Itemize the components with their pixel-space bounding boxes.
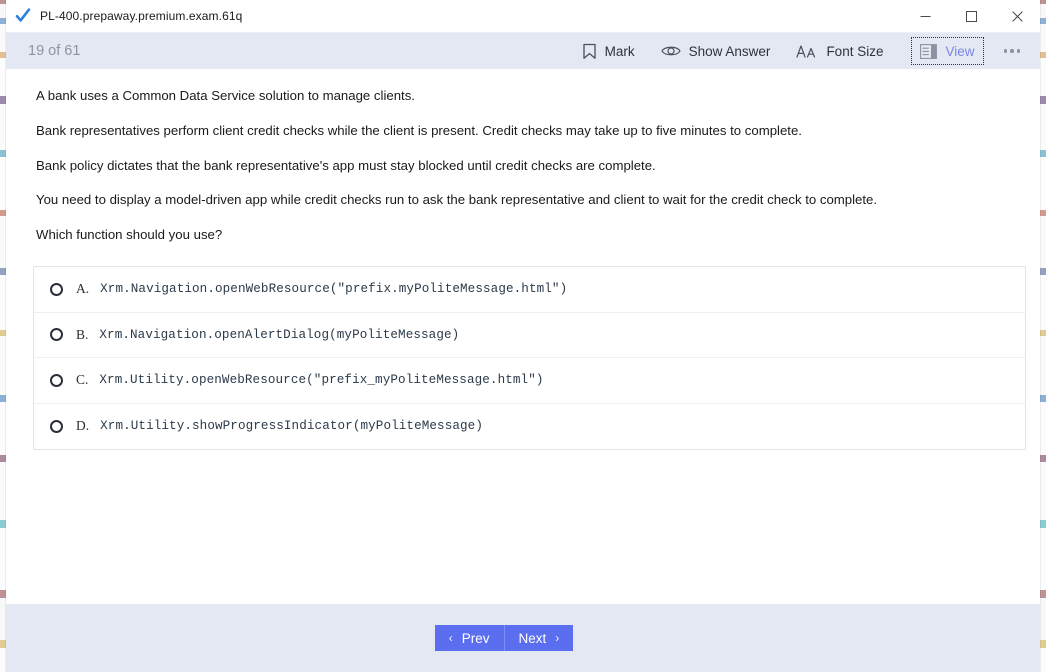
maximize-icon bbox=[965, 10, 977, 22]
font-size-button[interactable]: Font Size bbox=[786, 38, 893, 64]
question-stem-line: Bank policy dictates that the bank repre… bbox=[36, 157, 656, 173]
view-label: View bbox=[945, 43, 975, 59]
chevron-right-icon: › bbox=[555, 631, 560, 645]
font-size-icon bbox=[796, 45, 816, 58]
title-bar: PL-400.prepaway.premium.exam.61q bbox=[6, 0, 1040, 33]
chevron-left-icon: ‹ bbox=[448, 631, 453, 645]
close-button[interactable] bbox=[994, 0, 1040, 32]
answer-options-list: A. Xrm.Navigation.openWebResource("prefi… bbox=[33, 266, 1026, 451]
radio-button-b[interactable] bbox=[50, 328, 63, 342]
option-text: Xrm.Navigation.openWebResource("prefix.m… bbox=[100, 282, 568, 297]
toolbar: 19 of 61 Mark Show Answer Font Size View bbox=[6, 33, 1040, 69]
minimize-button[interactable] bbox=[902, 0, 948, 32]
next-label: Next bbox=[518, 630, 547, 646]
question-stem-line: You need to display a model-driven app w… bbox=[36, 192, 878, 208]
blue-checkmark-icon bbox=[15, 8, 31, 22]
prev-label: Prev bbox=[461, 630, 490, 646]
question-stem-line: Bank representatives perform client cred… bbox=[36, 122, 802, 138]
background-window-right-edge bbox=[1039, 0, 1046, 672]
maximize-button[interactable] bbox=[948, 0, 994, 32]
answer-option-d[interactable]: D. Xrm.Utility.showProgressIndicator(myP… bbox=[34, 404, 1025, 450]
question-stem-prompt: Which function should you use? bbox=[36, 227, 223, 243]
more-options-button[interactable] bbox=[996, 49, 1029, 53]
more-options-icon bbox=[1003, 49, 1007, 53]
font-size-label: Font Size bbox=[826, 43, 884, 59]
next-button[interactable]: Next › bbox=[504, 625, 574, 651]
footer-navigation-bar: ‹ Prev Next › bbox=[6, 604, 1040, 672]
option-text: Xrm.Navigation.openAlertDialog(myPoliteM… bbox=[99, 327, 460, 342]
question-content-area: A bank uses a Common Data Service soluti… bbox=[6, 69, 1040, 604]
show-answer-label: Show Answer bbox=[688, 43, 771, 59]
option-letter: A. bbox=[76, 281, 90, 297]
minimize-icon bbox=[920, 15, 930, 17]
answer-option-c[interactable]: C. Xrm.Utility.openWebResource("prefix_m… bbox=[34, 358, 1025, 404]
option-letter: B. bbox=[76, 326, 89, 342]
layout-panel-icon bbox=[920, 43, 938, 59]
more-options-icon bbox=[1010, 49, 1014, 53]
navigation-button-group: ‹ Prev Next › bbox=[434, 625, 574, 651]
radio-button-c[interactable] bbox=[50, 373, 63, 387]
option-text: Xrm.Utility.openWebResource("prefix_myPo… bbox=[99, 373, 544, 388]
more-options-icon bbox=[1016, 49, 1020, 53]
window-title: PL-400.prepaway.premium.exam.61q bbox=[40, 9, 243, 23]
radio-button-a[interactable] bbox=[50, 282, 63, 296]
option-letter: C. bbox=[76, 372, 89, 388]
exam-viewer-window: PL-400.prepaway.premium.exam.61q 19 of 6… bbox=[6, 0, 1040, 672]
bookmark-icon bbox=[582, 43, 596, 59]
radio-button-d[interactable] bbox=[50, 419, 63, 433]
eye-icon bbox=[660, 46, 681, 56]
prev-button[interactable]: ‹ Prev bbox=[434, 625, 505, 651]
view-button[interactable]: View bbox=[911, 37, 984, 65]
mark-label: Mark bbox=[604, 43, 635, 59]
show-answer-button[interactable]: Show Answer bbox=[651, 38, 781, 64]
close-icon bbox=[1011, 10, 1023, 22]
question-counter: 19 of 61 bbox=[28, 43, 81, 59]
option-letter: D. bbox=[76, 418, 90, 434]
question-stem-line: A bank uses a Common Data Service soluti… bbox=[36, 88, 415, 103]
mark-button[interactable]: Mark bbox=[572, 38, 645, 64]
answer-option-a[interactable]: A. Xrm.Navigation.openWebResource("prefi… bbox=[34, 267, 1025, 313]
option-text: Xrm.Utility.showProgressIndicator(myPoli… bbox=[100, 419, 483, 434]
answer-option-b[interactable]: B. Xrm.Navigation.openAlertDialog(myPoli… bbox=[34, 313, 1025, 359]
